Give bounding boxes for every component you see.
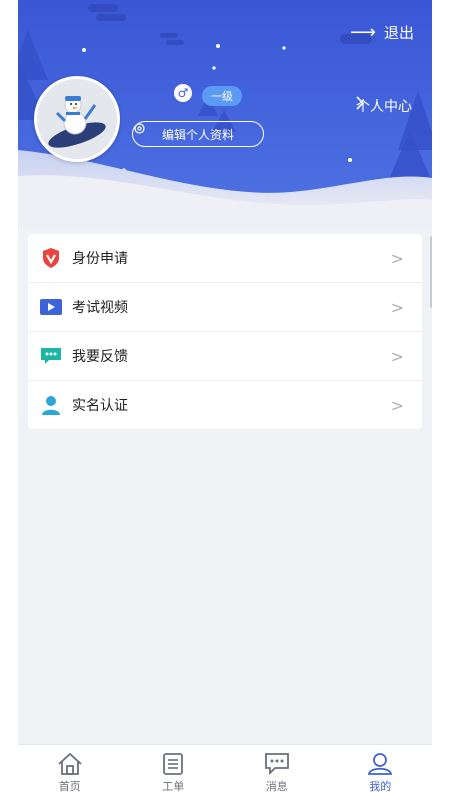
profile-header: ⟶ 退出 ♂ 一级 编辑个人资料 个人中心 bbox=[18, 0, 432, 228]
tab-mine[interactable]: 我的 bbox=[329, 745, 433, 800]
profile-icon bbox=[368, 753, 393, 775]
male-gender-icon: ♂ bbox=[174, 84, 192, 102]
menu-item-label: 实名认证 bbox=[72, 398, 128, 414]
settings-gear-icon bbox=[134, 123, 145, 134]
logout-button[interactable]: ⟶ 退出 bbox=[350, 22, 414, 43]
menu-item-label: 考试视频 bbox=[72, 300, 128, 316]
app: ⟶ 退出 ♂ 一级 编辑个人资料 个人中心 身份申请 > 考试视频 > 我要反馈… bbox=[0, 0, 450, 800]
menu-item-identity-application[interactable]: 身份申请 > bbox=[28, 234, 422, 283]
tab-label: 我的 bbox=[369, 780, 392, 793]
chevron-right-icon: > bbox=[390, 395, 404, 415]
tab-label: 消息 bbox=[265, 780, 288, 793]
feedback-chat-icon bbox=[40, 345, 62, 367]
menu-item-label: 我要反馈 bbox=[72, 349, 128, 365]
level-badge: 一级 bbox=[202, 86, 242, 106]
shield-v-icon bbox=[40, 247, 62, 269]
chevron-right-icon: > bbox=[390, 346, 404, 366]
tab-work-orders[interactable]: 工单 bbox=[122, 745, 226, 800]
chevron-right-icon: > bbox=[390, 248, 404, 268]
menu-item-feedback[interactable]: 我要反馈 > bbox=[28, 332, 422, 381]
tab-messages[interactable]: 消息 bbox=[225, 745, 329, 800]
chevron-right-icon bbox=[356, 96, 365, 110]
menu-list: 身份申请 > 考试视频 > 我要反馈 > 实名认证 > bbox=[28, 234, 422, 429]
chevron-right-icon: > bbox=[390, 297, 404, 317]
logout-label: 退出 bbox=[383, 24, 414, 42]
video-play-icon bbox=[40, 296, 62, 318]
message-icon bbox=[264, 753, 289, 776]
edit-profile-button[interactable]: 编辑个人资料 bbox=[132, 121, 264, 147]
tab-label: 工单 bbox=[162, 780, 185, 793]
scrollbar[interactable] bbox=[430, 236, 432, 308]
arrow-right-icon: ⟶ bbox=[350, 21, 376, 43]
edit-profile-label: 编辑个人资料 bbox=[161, 127, 234, 142]
home-icon bbox=[58, 752, 82, 775]
tab-home[interactable]: 首页 bbox=[18, 745, 122, 800]
clipboard-icon bbox=[163, 753, 184, 775]
bottom-tab-bar: 首页 工单 消息 我的 bbox=[18, 744, 432, 800]
menu-item-exam-videos[interactable]: 考试视频 > bbox=[28, 283, 422, 332]
menu-item-real-name-verification[interactable]: 实名认证 > bbox=[28, 381, 422, 429]
profile-screen: ⟶ 退出 ♂ 一级 编辑个人资料 个人中心 身份申请 > 考试视频 > 我要反馈… bbox=[18, 0, 432, 800]
level-badge-label: 一级 bbox=[211, 90, 233, 103]
menu-item-label: 身份申请 bbox=[72, 251, 128, 267]
avatar[interactable] bbox=[34, 76, 120, 162]
snowman-avatar-icon bbox=[37, 79, 117, 159]
user-person-icon bbox=[40, 394, 62, 416]
personal-center-link[interactable]: 个人中心 bbox=[356, 96, 412, 116]
tab-label: 首页 bbox=[58, 780, 81, 793]
